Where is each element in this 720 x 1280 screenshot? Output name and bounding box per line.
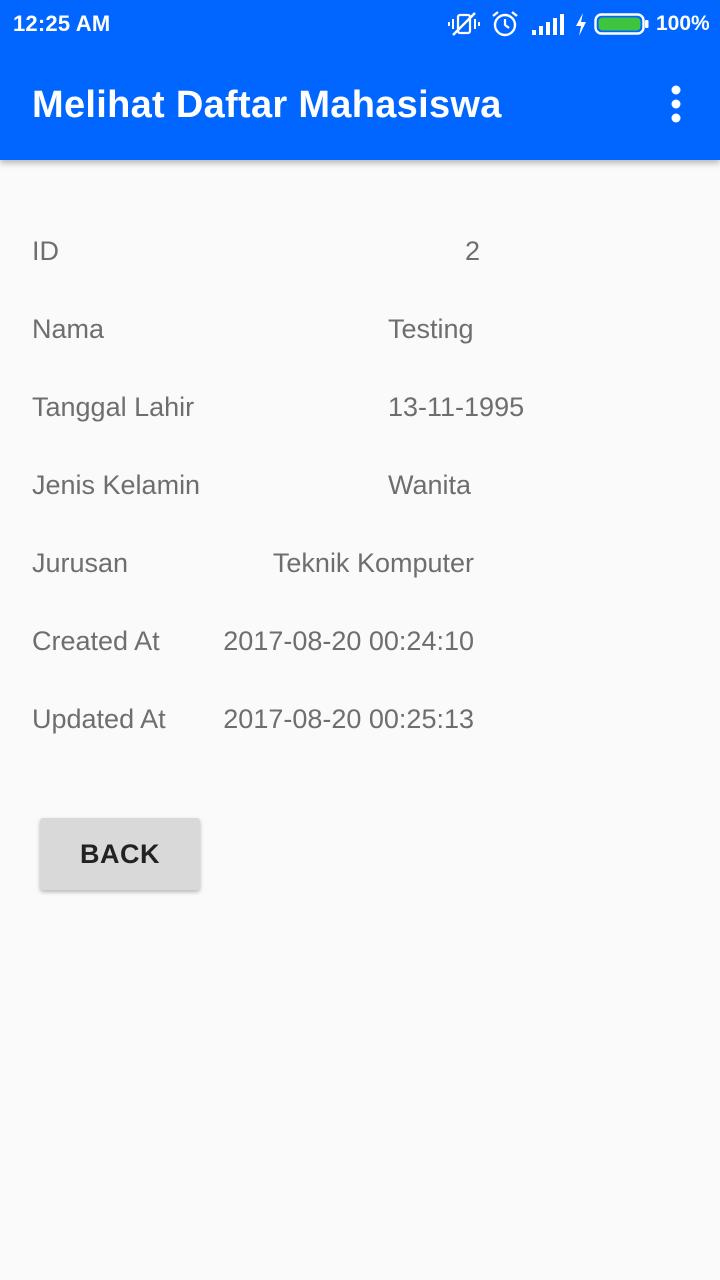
page-title: Melihat Daftar Mahasiswa xyxy=(32,84,502,126)
status-bar: 12:25 AM 100% xyxy=(0,0,720,50)
battery-icon xyxy=(594,13,649,35)
label-jurusan: Jurusan xyxy=(32,548,129,578)
charging-icon xyxy=(576,13,586,36)
label-nama: Nama xyxy=(32,314,105,344)
back-button[interactable]: BACK xyxy=(40,818,200,890)
label-tanggal-lahir: Tanggal Lahir xyxy=(32,392,195,422)
vibrate-icon xyxy=(448,12,480,36)
value-nama: Testing xyxy=(388,314,474,344)
app-bar: 12:25 AM 100% Melihat Daftar Mahasiswa xyxy=(0,0,720,160)
value-updated-at: 2017-08-20 00:25:13 xyxy=(223,704,474,734)
label-created-at: Created At xyxy=(32,626,160,656)
battery-percent: 100% xyxy=(656,12,710,35)
value-jurusan: Teknik Komputer xyxy=(272,548,474,578)
value-id: 2 xyxy=(464,236,480,266)
alarm-icon xyxy=(492,11,518,37)
value-jenis-kelamin: Wanita xyxy=(388,470,472,500)
more-vert-icon[interactable] xyxy=(656,82,696,128)
label-jenis-kelamin: Jenis Kelamin xyxy=(32,470,201,500)
status-time: 12:25 AM xyxy=(13,11,111,36)
signal-icon xyxy=(532,14,564,35)
value-created-at: 2017-08-20 00:24:10 xyxy=(223,626,474,656)
label-updated-at: Updated At xyxy=(32,704,166,734)
label-id: ID xyxy=(32,236,59,266)
value-tanggal-lahir: 13-11-1995 xyxy=(388,392,525,422)
